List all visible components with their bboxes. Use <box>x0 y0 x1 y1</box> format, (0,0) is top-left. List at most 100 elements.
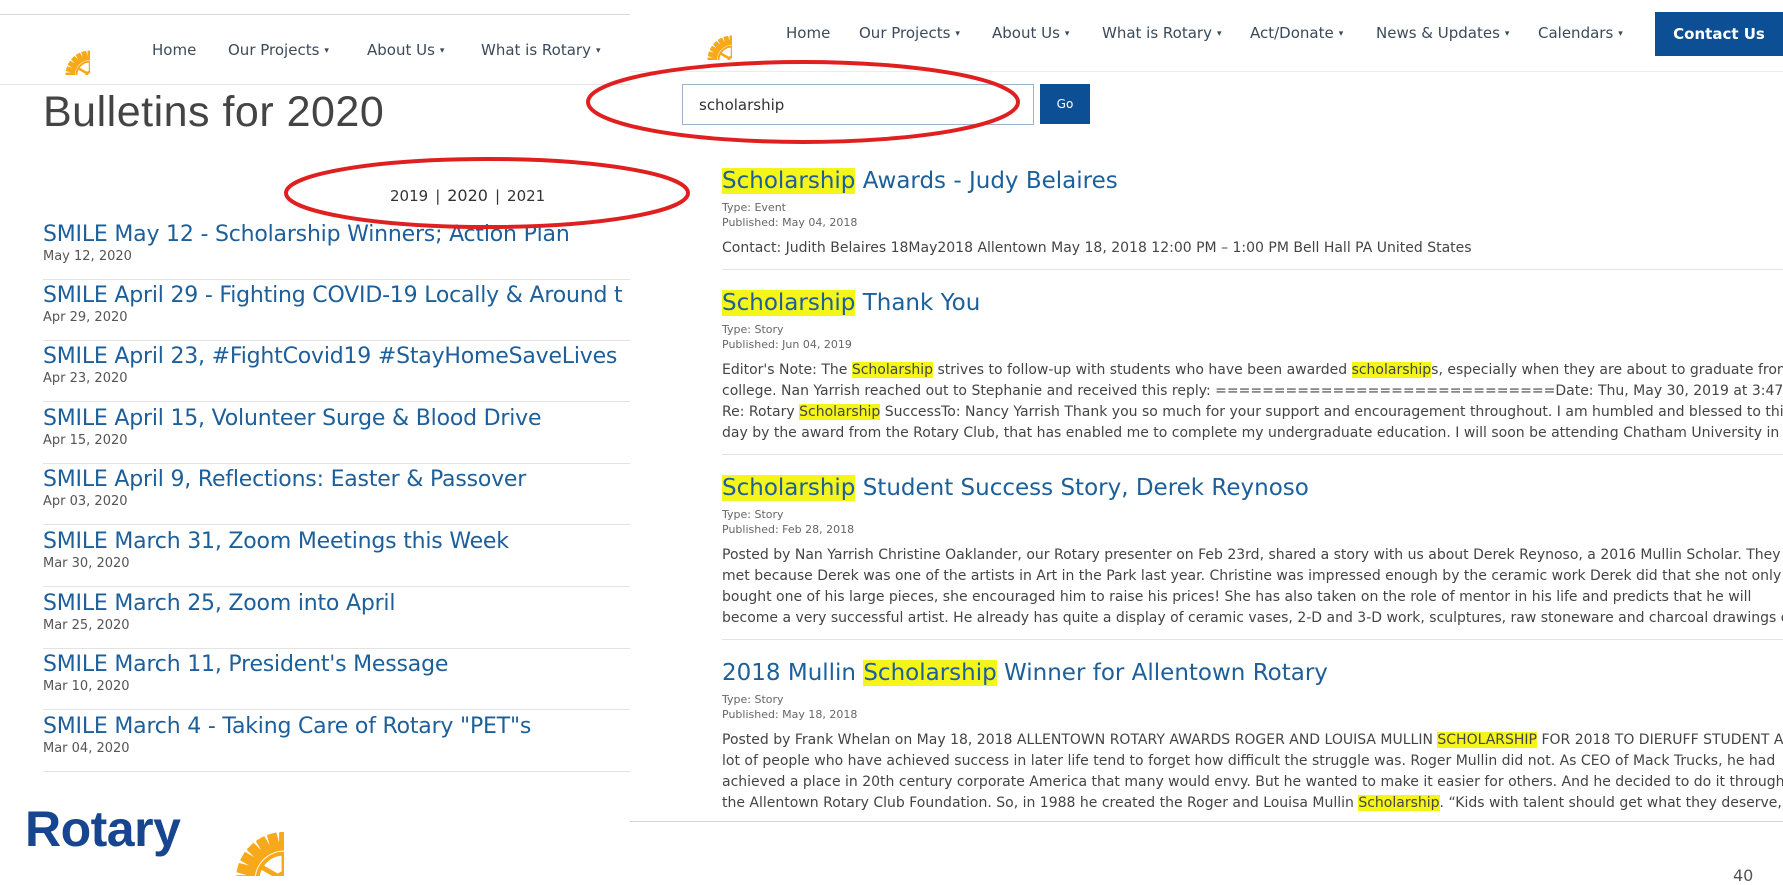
year-separator: | <box>494 187 501 205</box>
nav-what-is-rotary[interactable]: What is Rotary ▾ <box>1102 24 1222 42</box>
left-screenshot: Home Our Projects ▾ About Us ▾ What is Rot… <box>0 0 630 876</box>
chevron-down-icon: ▾ <box>595 46 601 56</box>
bulletin-title-link[interactable]: SMILE March 4 - Taking Care of Rotary "P… <box>43 714 630 739</box>
year-link-2021[interactable]: 2021 <box>507 187 545 205</box>
excerpt-text: . “Kids with talent should get what they… <box>1439 795 1783 811</box>
bulletin-title-link[interactable]: SMILE March 25, Zoom into April <box>43 591 630 616</box>
nav-what-is-rotary[interactable]: What is Rotary ▾ <box>481 41 601 59</box>
bulletin-date: Mar 30, 2020 <box>43 556 130 571</box>
result-excerpt: Editor's Note: The Scholarship strives t… <box>722 360 1783 444</box>
nav-home[interactable]: Home <box>152 41 196 59</box>
bulletin-date: Mar 25, 2020 <box>43 618 130 633</box>
result-title-link[interactable]: Scholarship Awards - Judy Belaires <box>722 168 1118 194</box>
excerpt-line: college. Nan Yarrish reached out to Step… <box>722 381 1783 402</box>
left-navbar: Home Our Projects ▾ About Us ▾ What is Rot… <box>0 15 630 85</box>
excerpt-line: Editor's Note: The Scholarship strives t… <box>722 360 1783 381</box>
bulletin-date: Mar 10, 2020 <box>43 679 130 694</box>
search-highlight: Scholarship <box>863 660 997 686</box>
result-title-link[interactable]: 2018 Mullin Scholarship Winner for Allen… <box>722 660 1328 686</box>
excerpt-text: college. Nan Yarrish reached out to Step… <box>722 383 1783 399</box>
bulletin-title-link[interactable]: SMILE April 15, Volunteer Surge & Blood … <box>43 406 630 431</box>
excerpt-line: day by the award from the Rotary Club, t… <box>722 423 1783 444</box>
bulletin-item: SMILE April 23, #FightCovid19 #StayHomeS… <box>43 344 630 402</box>
right-screenshot: Home Our Projects ▾ About Us ▾ What is Rot… <box>630 0 1783 822</box>
page-title: Bulletins for 2020 <box>43 88 385 136</box>
chevron-down-icon: ▾ <box>1338 29 1344 39</box>
bulletin-item: SMILE March 31, Zoom Meetings this Week … <box>43 529 630 587</box>
result-divider <box>722 639 1783 640</box>
bulletin-item: SMILE May 12 - Scholarship Winners; Acti… <box>43 222 630 280</box>
excerpt-line: become a very successful artist. He alre… <box>722 608 1783 629</box>
excerpt-text: Editor's Note: The <box>722 362 852 378</box>
search-highlight: Scholarship <box>1358 795 1440 811</box>
excerpt-text: lot of people who have achieved success … <box>722 753 1776 769</box>
bulletin-date: Mar 04, 2020 <box>43 741 130 756</box>
bulletin-date: Apr 23, 2020 <box>43 371 128 386</box>
result-divider <box>722 454 1783 455</box>
result-title-link[interactable]: Scholarship Thank You <box>722 290 980 316</box>
result-published-date: Published: Feb 28, 2018 <box>722 523 855 536</box>
result-published-date: Published: Jun 04, 2019 <box>722 338 852 351</box>
search-highlight: Scholarship <box>722 475 856 501</box>
excerpt-text: met because Derek was one of the artists… <box>722 568 1782 584</box>
result-type: Type: Story <box>722 323 784 336</box>
search-result: Scholarship Awards - Judy Belaires Type:… <box>722 168 1783 270</box>
year-link-2020[interactable]: 2020 <box>447 186 488 205</box>
result-excerpt: Posted by Nan Yarrish Christine Oaklande… <box>722 545 1783 629</box>
excerpt-line: met because Derek was one of the artists… <box>722 566 1783 587</box>
nav-our-projects[interactable]: Our Projects ▾ <box>228 41 329 59</box>
result-title-link[interactable]: Scholarship Student Success Story, Derek… <box>722 475 1309 501</box>
bulletin-title-link[interactable]: SMILE April 23, #FightCovid19 #StayHomeS… <box>43 344 630 369</box>
result-divider <box>722 269 1783 270</box>
rotary-wheel-icon[interactable] <box>40 25 90 75</box>
search-highlight: Scholarship <box>799 404 881 420</box>
search-input[interactable] <box>682 84 1034 125</box>
excerpt-text: Posted by Frank Whelan on May 18, 2018 A… <box>722 732 1438 748</box>
search-highlight: SCHOLARSHIP <box>1437 732 1537 748</box>
search-highlight: Scholarship <box>722 290 856 316</box>
bulletin-title-link[interactable]: SMILE March 11, President's Message <box>43 652 630 677</box>
bulletin-item: SMILE March 11, President's Message Mar … <box>43 652 630 710</box>
result-excerpt: Posted by Frank Whelan on May 18, 2018 A… <box>722 730 1783 814</box>
excerpt-text: Contact: Judith Belaires 18May2018 Allen… <box>722 240 1472 256</box>
search-go-button[interactable]: Go <box>1040 84 1090 124</box>
chevron-down-icon: ▾ <box>1618 29 1623 39</box>
excerpt-text: bought one of his large pieces, she enco… <box>722 589 1752 605</box>
excerpt-text: s, especially when they are about to gra… <box>1431 362 1783 378</box>
rotary-wheel-icon <box>186 782 284 876</box>
bulletin-item: SMILE April 29 - Fighting COVID-19 Local… <box>43 283 630 341</box>
excerpt-line: bought one of his large pieces, she enco… <box>722 587 1783 608</box>
year-separator: | <box>435 187 441 205</box>
bulletin-title-link[interactable]: SMILE March 31, Zoom Meetings this Week <box>43 529 630 554</box>
excerpt-text: day by the award from the Rotary Club, t… <box>722 425 1780 441</box>
nav-about-us[interactable]: About Us ▾ <box>992 24 1069 42</box>
result-type: Type: Story <box>722 508 784 521</box>
result-excerpt: Contact: Judith Belaires 18May2018 Allen… <box>722 238 1783 259</box>
bulletin-item: SMILE March 25, Zoom into April Mar 25, … <box>43 591 630 649</box>
contact-us-button[interactable]: Contact Us <box>1655 12 1783 56</box>
nav-calendars[interactable]: Calendars ▾ <box>1538 24 1623 42</box>
nav-about-us[interactable]: About Us ▾ <box>367 41 444 59</box>
rotary-wheel-icon[interactable] <box>682 10 732 60</box>
search-highlight: Scholarship <box>722 168 856 194</box>
nav-our-projects[interactable]: Our Projects ▾ <box>859 24 960 42</box>
bulletin-title-link[interactable]: SMILE April 29 - Fighting COVID-19 Local… <box>43 283 630 308</box>
bulletin-item: SMILE April 15, Volunteer Surge & Blood … <box>43 406 630 464</box>
bulletin-date: May 12, 2020 <box>43 249 132 264</box>
result-published-date: Published: May 04, 2018 <box>722 216 858 229</box>
nav-act-donate[interactable]: Act/Donate ▾ <box>1250 24 1343 42</box>
excerpt-line: Re: Rotary Scholarship SuccessTo: Nancy … <box>722 402 1783 423</box>
nav-home[interactable]: Home <box>786 24 830 42</box>
year-link-2019[interactable]: 2019 <box>390 187 428 205</box>
excerpt-text: Posted by Nan Yarrish Christine Oaklande… <box>722 547 1781 563</box>
result-type: Type: Event <box>722 201 786 214</box>
chevron-down-icon: ▾ <box>1064 29 1070 39</box>
search-result: Scholarship Student Success Story, Derek… <box>722 475 1783 640</box>
excerpt-line: Posted by Frank Whelan on May 18, 2018 A… <box>722 730 1783 751</box>
bulletin-title-link[interactable]: SMILE May 12 - Scholarship Winners; Acti… <box>43 222 630 247</box>
excerpt-line: achieved a place in 20th century corpora… <box>722 772 1783 793</box>
excerpt-text: the Allentown Rotary Club Foundation. So… <box>722 795 1359 811</box>
nav-news-updates[interactable]: News & Updates ▾ <box>1376 24 1509 42</box>
excerpt-text: strives to follow-up with students who h… <box>933 362 1352 378</box>
bulletin-title-link[interactable]: SMILE April 9, Reflections: Easter & Pas… <box>43 467 630 492</box>
